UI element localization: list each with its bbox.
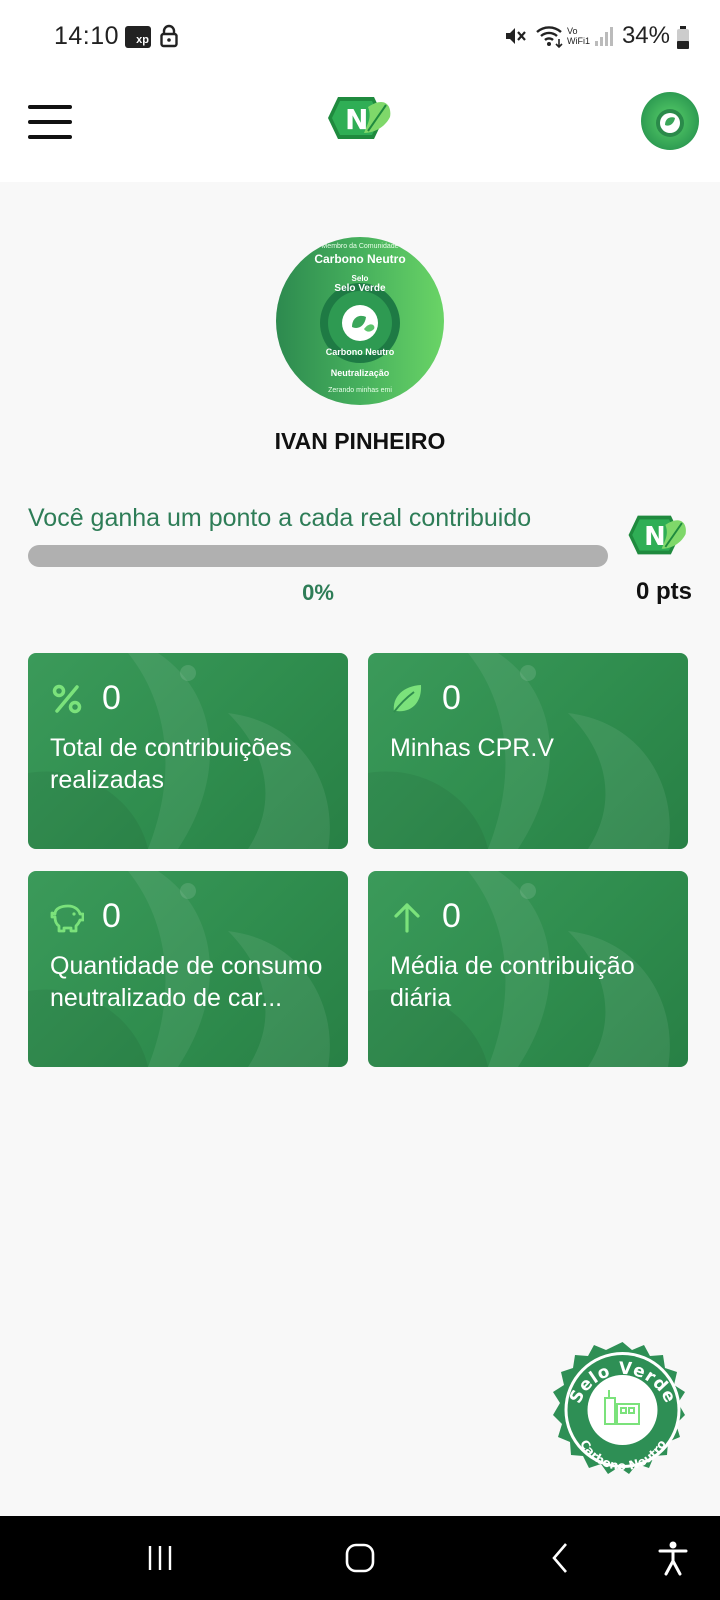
home-icon[interactable]	[343, 1538, 377, 1578]
percent-icon	[52, 684, 82, 713]
battery-icon	[677, 26, 689, 49]
app-bar: N	[0, 75, 720, 182]
avatar-title: Carbono Neutro	[314, 252, 406, 266]
card-neutralized-consumption[interactable]: 0 Quantidade de consumo neutralizado de …	[28, 871, 348, 1067]
system-nav-bar	[0, 1516, 720, 1600]
signal-icon	[594, 27, 613, 46]
points-total: 0 pts	[635, 578, 692, 605]
mute-icon	[505, 28, 526, 44]
piggy-bank-icon	[50, 904, 84, 932]
progress-label: 0%	[302, 580, 334, 605]
leaf-icon	[393, 684, 422, 713]
profile-name: IVAN PINHEIRO	[274, 428, 446, 454]
avatar-footer: Zerando minhas emi	[328, 387, 392, 394]
svg-text:N: N	[644, 522, 666, 552]
arrow-up-icon	[394, 902, 420, 933]
card-label: Média de contribuição diária	[390, 952, 635, 1012]
wifi-icon	[536, 26, 563, 49]
card-label: Total de contribuições realizadas	[50, 734, 292, 794]
vowifi-label: Vo WiFi1	[566, 26, 590, 46]
avatar-seal-bottom-text: Carbono Neutro	[325, 347, 395, 357]
xp-badge-icon: xp	[125, 26, 151, 48]
status-icons: Vo WiFi1 34%	[503, 22, 670, 50]
selo-verde-seal-icon[interactable]: Selo Verde Carbono Neutro	[545, 1340, 700, 1495]
card-header: 0	[50, 897, 121, 936]
avatar-caption: Membro da Comunidade	[321, 243, 399, 250]
battery-percent: 34%	[621, 22, 670, 49]
card-header: 0	[390, 897, 461, 936]
card-value: 0	[442, 679, 461, 717]
card-value: 0	[442, 897, 461, 935]
status-bar: 14:10 xp Vo WiFi1 34%	[0, 0, 720, 75]
points-logo-icon: N	[628, 515, 686, 555]
profile-avatar: Membro da Comunidade Carbono Neutro Selo…	[276, 237, 444, 405]
card-value: 0	[102, 679, 121, 717]
card-label: Quantidade de consumo neutralizado de ca…	[50, 952, 323, 1012]
card-value: 0	[102, 897, 121, 935]
card-total-contributions[interactable]: 0 Total de contribuições realizadas	[28, 653, 348, 849]
lock-icon	[160, 24, 178, 48]
card-label: Minhas CPR.V	[390, 734, 554, 762]
back-icon[interactable]	[548, 1538, 572, 1578]
card-daily-average[interactable]: 0 Média de contribuição diária	[368, 871, 688, 1067]
card-header: 0	[50, 679, 121, 718]
accessibility-icon[interactable]	[656, 1538, 690, 1578]
points-description: Você ganha um ponto a cada real contribu…	[28, 504, 532, 532]
card-my-cprv[interactable]: 0 Minhas CPR.V	[368, 653, 688, 849]
avatar-neutralization: Neutralização	[330, 368, 390, 378]
card-header: 0	[390, 679, 461, 718]
points-progress-bar	[28, 545, 608, 567]
user-avatar[interactable]	[641, 92, 699, 150]
avatar-seal-top-text: Selo Verde	[334, 283, 386, 294]
recent-apps-icon[interactable]	[145, 1538, 175, 1578]
svg-text:N: N	[345, 103, 368, 136]
app-logo-icon: N	[328, 97, 391, 139]
status-time: 14:10	[54, 22, 120, 50]
menu-icon[interactable]	[28, 105, 72, 139]
